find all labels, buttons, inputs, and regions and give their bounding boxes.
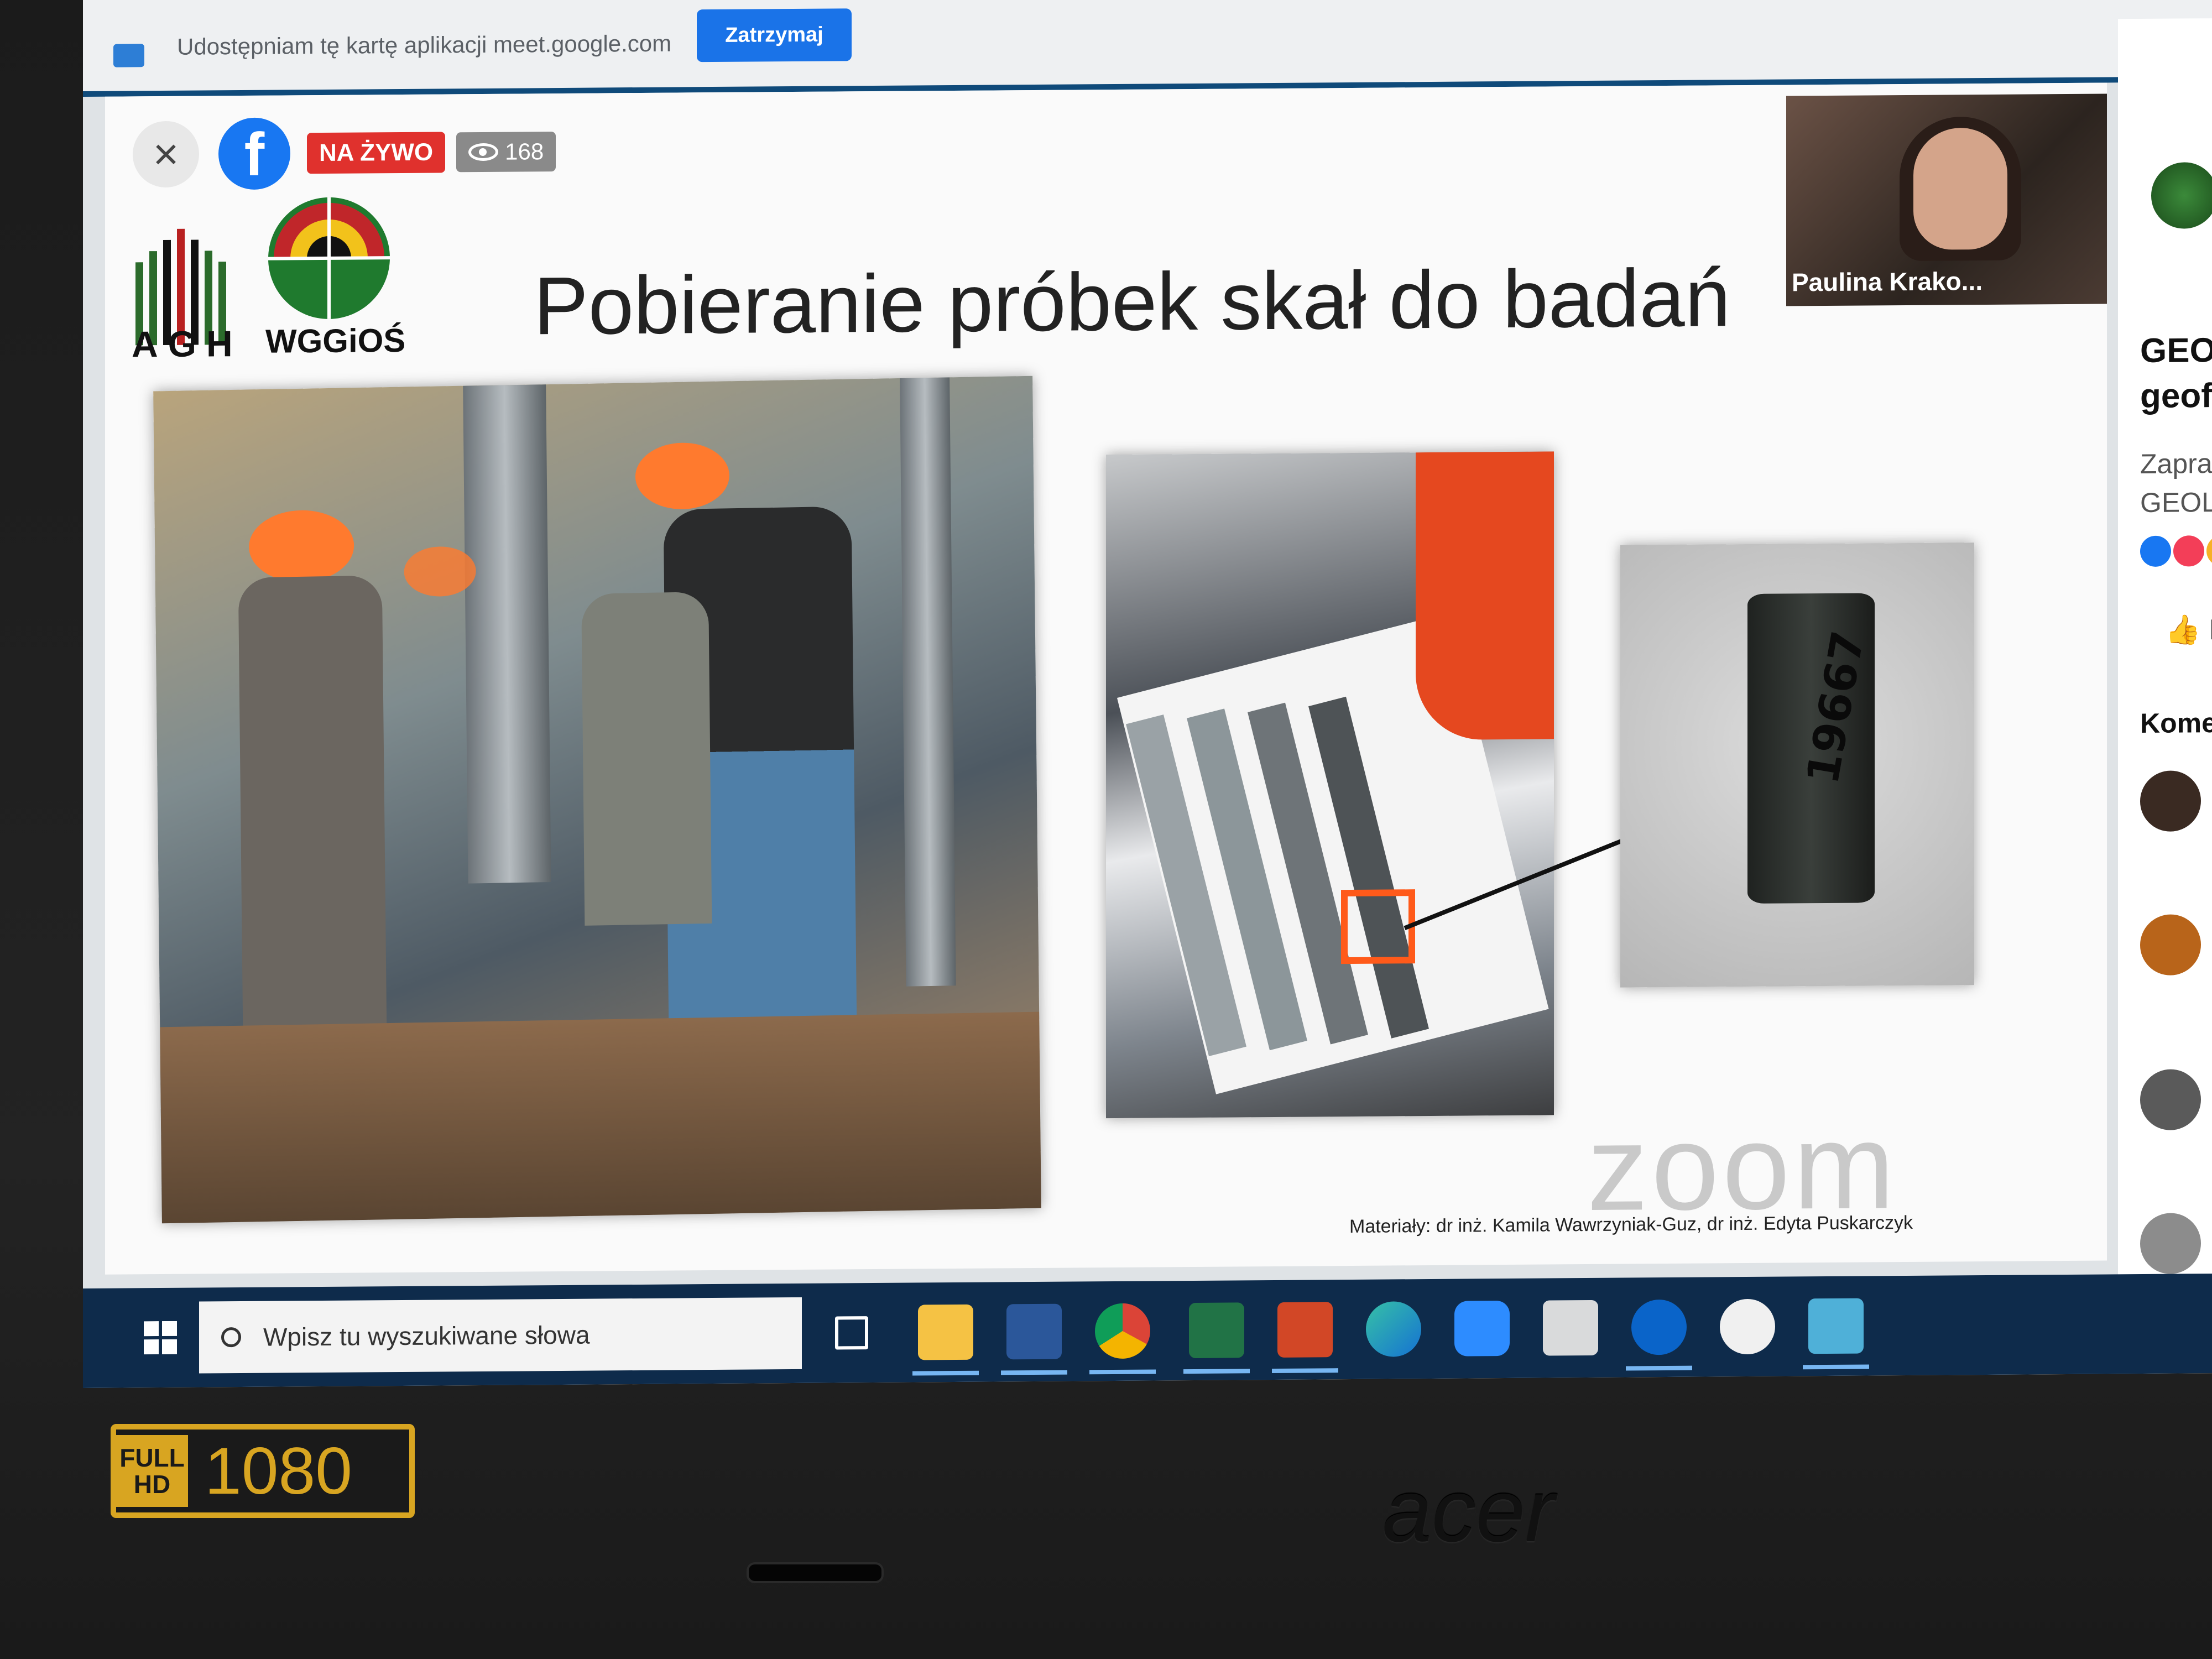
hd-label: HD bbox=[133, 1470, 171, 1499]
like-button[interactable]: 👍 Lu bbox=[2165, 613, 2212, 647]
eye-icon bbox=[468, 143, 499, 161]
full-hd-label: FULL HD bbox=[116, 1435, 188, 1507]
screen-share-bar: Udostępniam tę kartę aplikacji meet.goog… bbox=[83, 0, 2212, 97]
active-indicator bbox=[1001, 1370, 1067, 1375]
full-label: FULL bbox=[119, 1443, 185, 1472]
hard-hat bbox=[248, 509, 354, 583]
active-indicator bbox=[1089, 1369, 1156, 1375]
screen-share-text: Udostępniam tę kartę aplikacji meet.goog… bbox=[177, 30, 672, 60]
presenter-face bbox=[1913, 127, 2007, 250]
paint-icon[interactable] bbox=[1720, 1298, 1775, 1355]
hard-hat bbox=[635, 442, 730, 510]
windows-start-icon[interactable] bbox=[144, 1321, 177, 1355]
active-indicator bbox=[1272, 1368, 1338, 1373]
haha-reaction-icon bbox=[2206, 535, 2212, 567]
windows-taskbar: Wpisz tu wyszukiwane słowa bbox=[83, 1274, 2212, 1388]
search-icon bbox=[221, 1327, 241, 1348]
chrome-icon[interactable] bbox=[1095, 1303, 1150, 1359]
comments-heading: Koment bbox=[2140, 707, 2212, 739]
drill-pipe bbox=[463, 384, 551, 884]
active-indicator bbox=[1183, 1369, 1250, 1374]
live-badge: NA ŻYWO bbox=[307, 132, 446, 174]
viewer-count-badge: 168 bbox=[456, 132, 556, 173]
word-icon[interactable] bbox=[1006, 1303, 1062, 1360]
commenter-avatar[interactable] bbox=[2140, 770, 2201, 832]
post-description-line: GEOLEK bbox=[2140, 486, 2212, 519]
wggios-logo bbox=[268, 197, 390, 319]
viewer-count: 168 bbox=[505, 138, 544, 165]
search-input[interactable]: Wpisz tu wyszukiwane słowa bbox=[263, 1320, 590, 1352]
laptop-screen: Udostępniam tę kartę aplikacji meet.goog… bbox=[83, 0, 2212, 1388]
resolution-label: 1080 bbox=[205, 1434, 352, 1508]
post-description-line: Zapraszam bbox=[2140, 447, 2212, 480]
worker-arm bbox=[1416, 451, 1554, 740]
drilling-rig-photo bbox=[153, 375, 1041, 1224]
presenter-name: Paulina Krako... bbox=[1792, 267, 1983, 297]
excel-icon[interactable] bbox=[1189, 1302, 1244, 1359]
commenter-avatar[interactable] bbox=[2140, 914, 2201, 976]
thumbs-up-icon: 👍 bbox=[2165, 614, 2201, 646]
page-avatar[interactable] bbox=[2151, 162, 2212, 229]
rig-frame bbox=[900, 377, 956, 987]
active-indicator bbox=[912, 1370, 979, 1376]
installer-icon[interactable] bbox=[1808, 1298, 1864, 1354]
post-title-line: geofiz bbox=[2140, 376, 2212, 416]
edge-icon[interactable] bbox=[1366, 1301, 1421, 1357]
worker-body bbox=[238, 575, 388, 1076]
like-label: Lu bbox=[2209, 613, 2212, 646]
rock-sample-photo: 19667 bbox=[1620, 542, 1974, 988]
facebook-icon: f bbox=[218, 117, 290, 190]
active-indicator bbox=[1803, 1364, 1869, 1370]
slide-credits: Materiały: dr inż. Kamila Wawrzyniak-Guz… bbox=[1349, 1212, 1913, 1238]
post-description: Zapraszam GEOLEK bbox=[2140, 444, 2212, 522]
task-view-icon[interactable] bbox=[835, 1316, 868, 1350]
slide-title: Pobieranie próbek skał do badań bbox=[534, 252, 1730, 352]
close-icon[interactable]: × bbox=[133, 121, 199, 188]
commenter-avatar[interactable] bbox=[2140, 1069, 2201, 1131]
worker-body bbox=[581, 591, 712, 926]
zoom-icon[interactable] bbox=[1454, 1300, 1510, 1357]
acer-logo: acer bbox=[1383, 1461, 1555, 1560]
presentation-slide: × f NA ŻYWO 168 AGH WGGiOŚ Pobieranie pr… bbox=[105, 82, 2107, 1275]
taskbar-search-box[interactable]: Wpisz tu wyszukiwane słowa bbox=[199, 1297, 802, 1374]
reactions-icons[interactable] bbox=[2140, 535, 2212, 573]
active-indicator bbox=[1626, 1365, 1692, 1371]
live-stream-overlay: × f NA ŻYWO 168 bbox=[133, 110, 556, 196]
file-explorer-icon[interactable] bbox=[918, 1304, 973, 1360]
rig-floor bbox=[160, 1011, 1041, 1224]
post-title: GEOL geofiz bbox=[2140, 328, 2212, 419]
outlook-icon[interactable] bbox=[1631, 1299, 1687, 1355]
full-hd-badge: FULL HD 1080 bbox=[111, 1424, 415, 1518]
like-reaction-icon bbox=[2140, 535, 2171, 567]
laptop-hinge-slot bbox=[747, 1562, 884, 1583]
current-user-avatar[interactable] bbox=[2140, 1213, 2201, 1275]
stop-sharing-button[interactable]: Zatrzymaj bbox=[697, 8, 852, 62]
wggios-logo-text: WGGiOŚ bbox=[265, 321, 406, 360]
screen-share-icon bbox=[113, 44, 144, 67]
facebook-side-panel: GEOL geofiz Zapraszam GEOLEK 👍 Lu Koment bbox=[2118, 18, 2212, 1291]
powerpoint-icon[interactable] bbox=[1277, 1302, 1333, 1358]
presenter-video: Paulina Krako... bbox=[1786, 93, 2107, 306]
post-title-line: GEOL bbox=[2140, 331, 2212, 371]
printer-icon[interactable] bbox=[1543, 1300, 1598, 1356]
agh-logo-text: AGH bbox=[132, 322, 243, 365]
love-reaction-icon bbox=[2173, 535, 2204, 567]
